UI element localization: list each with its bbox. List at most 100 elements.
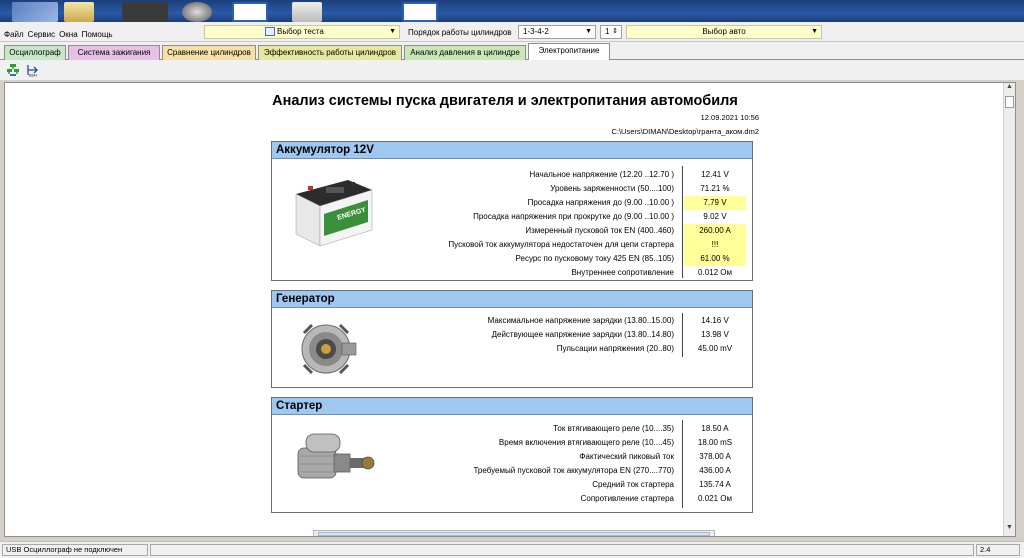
generator-panel-title: Генератор	[272, 291, 752, 308]
row-value: 45.00 mV	[697, 344, 733, 353]
row-label: Внутреннее сопротивление	[571, 268, 674, 277]
vertical-scrollbar[interactable]: ▲ ▼	[1003, 83, 1015, 536]
vertical-scroll-thumb[interactable]	[1005, 96, 1014, 108]
cylinder-order-select[interactable]: 1-3-4-2 ▼	[518, 25, 596, 39]
table-row: Внутреннее сопротивление 0.012 Ом	[412, 266, 748, 280]
table-row: Действующее напряжение зарядки (13.80..1…	[412, 328, 748, 342]
row-label: Измеренный пусковой ток EN (400..460)	[525, 226, 674, 235]
terminal-icon[interactable]	[122, 2, 168, 22]
row-value: 13.98 V	[701, 330, 729, 339]
menu-help[interactable]: Помощь	[82, 30, 113, 39]
alternator-image	[301, 323, 357, 375]
tab-oscilloscope[interactable]: Осциллограф	[4, 45, 66, 60]
auto-select-label: Выбор авто	[702, 27, 746, 36]
sort-icon[interactable]: B2H	[26, 63, 40, 77]
row-label: Пусковой ток аккумулятора недостаточен д…	[448, 240, 674, 249]
row-value-warning: 61.00 %	[684, 252, 746, 266]
table-row: Пусковой ток аккумулятора недостаточен д…	[412, 238, 748, 252]
tab-cylinder-efficiency[interactable]: Эффективность работы цилиндров	[258, 45, 402, 60]
row-label: Максимальное напряжение зарядки (13.80..…	[487, 316, 674, 325]
row-label: Средний ток стартера	[592, 480, 674, 489]
row-label: Просадка напряжения при прокрутке до (9.…	[473, 212, 674, 221]
table-row: Средний ток стартера 135.74 A	[412, 478, 748, 492]
report-area[interactable]: Анализ системы пуска двигателя и электро…	[4, 82, 1016, 537]
table-row: Фактический пиковый ток 378.00 A	[412, 450, 748, 464]
toolbar: B2H	[0, 60, 1024, 80]
test-select-label: Выбор теста	[277, 27, 324, 36]
row-value: 135.74 A	[699, 480, 731, 489]
battery-image: ENERGY	[295, 180, 373, 247]
row-label: Просадка напряжения до (9.00 ..10.00 )	[527, 198, 674, 207]
cylinder-number-value: 1	[605, 27, 610, 36]
table-row: Требуемый пусковой ток аккумулятора EN (…	[412, 464, 748, 478]
row-value: 0.021 Ом	[698, 494, 732, 503]
status-spacer	[150, 544, 974, 556]
table-row: Сопротивление стартера 0.021 Ом	[412, 492, 748, 506]
table-row: Просадка напряжения при прокрутке до (9.…	[412, 210, 748, 224]
generator-panel: Генератор Максимальное напряжение зарядк…	[271, 290, 753, 388]
row-label: Начальное напряжение (12.20 ..12.70 )	[529, 170, 674, 179]
row-value-warning: 7.79 V	[684, 196, 746, 210]
main-menu: Файл Сервис Окна Помощь	[4, 30, 113, 39]
connection-status: USB Осциллограф не подключен	[2, 544, 148, 556]
cylinder-number-spinner[interactable]: 1 ⇕	[600, 25, 622, 39]
table-row: Время включения втягивающего реле (10...…	[412, 436, 748, 450]
row-value-warning: 260.00 A	[684, 224, 746, 238]
row-value: 14.16 V	[701, 316, 729, 325]
oscilloscope-icon[interactable]	[232, 2, 268, 22]
oscilloscope-icon[interactable]	[402, 2, 438, 22]
svg-text:B2H: B2H	[29, 73, 37, 78]
tab-cylinder-comparison[interactable]: Сравнение цилиндров	[162, 45, 256, 60]
menu-bar: Файл Сервис Окна Помощь Выбор теста ▼ По…	[0, 22, 1024, 42]
menu-windows[interactable]: Окна	[59, 30, 78, 39]
starter-panel: Стартер Ток втягивающего реле (10....35)…	[271, 397, 753, 513]
horizontal-scroll-thumb[interactable]	[318, 532, 710, 536]
folder-icon[interactable]	[64, 2, 94, 22]
row-value: 436.00 A	[699, 466, 731, 475]
table-row: Пульсации напряжения (20..80) 45.00 mV	[412, 342, 748, 356]
report-date: 12.09.2021 10:56	[700, 113, 759, 122]
row-value: 18.50 A	[701, 424, 729, 433]
table-row: Ток втягивающего реле (10....35) 18.50 A	[412, 422, 748, 436]
table-row: Максимальное напряжение зарядки (13.80..…	[412, 314, 748, 328]
menu-service[interactable]: Сервис	[28, 30, 55, 39]
battery-rows: Начальное напряжение (12.20 ..12.70 ) 12.…	[412, 168, 748, 280]
scroll-up-icon[interactable]: ▲	[1004, 83, 1015, 95]
scroll-down-icon[interactable]: ▼	[1004, 524, 1015, 536]
cylinder-order-label: Порядок работы цилиндров	[408, 28, 512, 37]
row-label: Время включения втягивающего реле (10...…	[498, 438, 674, 447]
disc-icon[interactable]	[182, 2, 212, 22]
status-bar: USB Осциллограф не подключен 2.4	[0, 541, 1024, 558]
test-select[interactable]: Выбор теста ▼	[204, 25, 400, 39]
row-label: Требуемый пусковой ток аккумулятора EN (…	[473, 466, 674, 475]
auto-select[interactable]: Выбор авто ▼	[626, 25, 822, 39]
table-row: Просадка напряжения до (9.00 ..10.00 ) 7.…	[412, 196, 748, 210]
table-row: Измеренный пусковой ток EN (400..460) 260…	[412, 224, 748, 238]
test-icon	[265, 27, 275, 37]
tab-power-supply[interactable]: Электропитание	[528, 43, 610, 61]
chevron-down-icon: ▼	[389, 28, 396, 35]
row-label: Сопротивление стартера	[580, 494, 674, 503]
row-value: 71.21 %	[700, 184, 730, 193]
starter-panel-title: Стартер	[272, 398, 752, 415]
row-value: 9.02 V	[703, 212, 727, 221]
taskbar-app-icon[interactable]	[12, 2, 58, 22]
table-row: Начальное напряжение (12.20 ..12.70 ) 12.…	[412, 168, 748, 182]
starter-rows: Ток втягивающего реле (10....35) 18.50 A …	[412, 422, 748, 506]
tab-ignition[interactable]: Система зажигания	[68, 45, 160, 60]
generator-rows: Максимальное напряжение зарядки (13.80..…	[412, 314, 748, 356]
row-value: 18.00 mS	[697, 438, 733, 447]
horizontal-scrollbar[interactable]	[313, 530, 715, 536]
row-value: 0.012 Ом	[698, 268, 732, 277]
cylinder-order-value: 1-3-4-2	[523, 27, 549, 36]
row-value: 12.41 V	[701, 170, 729, 179]
menu-file[interactable]: Файл	[4, 30, 24, 39]
tree-expand-icon[interactable]	[6, 63, 20, 77]
tab-pressure-analysis[interactable]: Анализ давления в цилиндре	[404, 45, 526, 60]
battery-panel-title: Аккумулятор 12V	[272, 142, 752, 159]
version-label: 2.4	[976, 544, 1020, 556]
document-icon[interactable]	[292, 2, 322, 22]
spinner-arrows-icon[interactable]: ⇕	[612, 26, 618, 38]
row-label: Фактический пиковый ток	[579, 452, 674, 461]
row-value: 378.00 A	[699, 452, 731, 461]
